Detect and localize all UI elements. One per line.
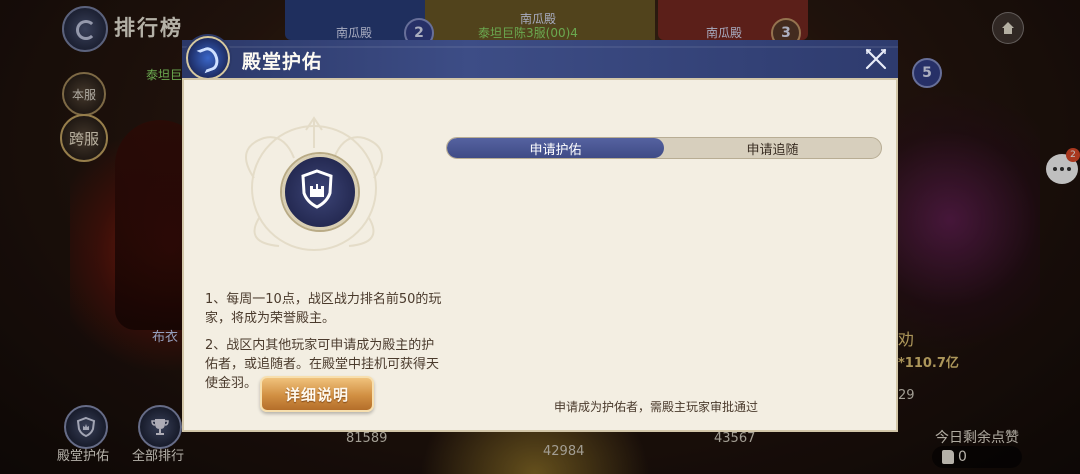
tab-apply-follow[interactable]: 申请追随: [664, 138, 881, 158]
shield-crown-icon: [301, 169, 333, 209]
dialog-body: 1、每周一10点，战区战力排名前50的玩家，将成为荣誉殿主。 2、战区内其他玩家…: [182, 78, 898, 432]
dialog-emblem-icon: [186, 36, 230, 80]
temple-shield-emblem: [282, 154, 358, 230]
tab-apply-blessing[interactable]: 申请护佑: [447, 138, 664, 158]
apply-tabs: 申请护佑 申请追随: [446, 137, 882, 159]
rule-text-1: 1、每周一10点，战区战力排名前50的玩家，将成为荣誉殿主。: [205, 292, 442, 326]
approval-note: 申请成为护佑者，需殿主玩家审批通过: [554, 400, 759, 414]
close-icon: [865, 48, 887, 70]
detail-info-button[interactable]: 详细说明: [260, 376, 374, 412]
temple-blessing-dialog: 殿堂护佑 1、每周一10点，战区战力排名前50的玩家，将成为荣誉殿主。 2、战区…: [182, 36, 898, 432]
dialog-header: 殿堂护佑: [182, 40, 898, 80]
close-button[interactable]: [862, 45, 890, 73]
dialog-title: 殿堂护佑: [242, 51, 323, 73]
